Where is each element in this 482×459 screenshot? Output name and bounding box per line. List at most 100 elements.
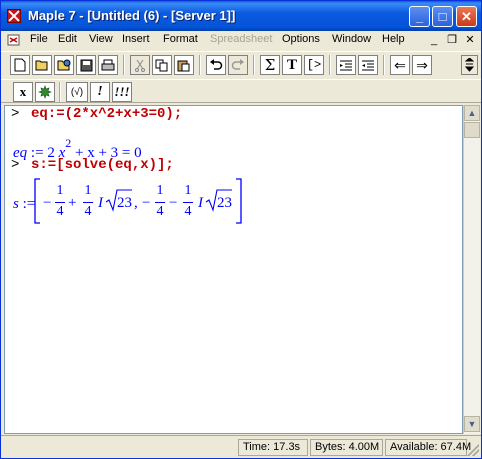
outdent-button[interactable] [336,55,356,75]
output-2-label: s := [13,196,36,212]
menu-edit[interactable]: Edit [58,33,77,45]
chevron-down-icon [465,58,474,72]
menu-bar: File Edit View Insert Format Spreadsheet… [1,31,481,50]
execute-group-button[interactable]: x [13,82,33,102]
execute-all-button[interactable]: !!! [112,82,132,102]
right-bracket [236,178,242,224]
status-available: Available: 67.4M [385,439,471,456]
resize-grip[interactable] [467,444,479,456]
open-url-icon [57,59,71,71]
fraction-2-denominator: 4 [84,204,92,219]
toolbar-separator [253,55,255,75]
output-1-exponent: 2 [65,136,72,150]
forward-button[interactable]: ⇒ [412,55,432,75]
close-button[interactable]: ✕ [456,6,477,27]
minimize-button[interactable]: _ [409,6,430,27]
imaginary-unit-1: I [98,195,103,211]
input-line-1[interactable]: eq:=(2*x^2+x+3=0); [31,106,182,122]
toolbar-separator [199,55,201,75]
paste-button[interactable] [174,55,194,75]
fraction-3-denominator: 4 [156,204,164,219]
radicand-1: 23 [117,195,132,211]
fraction-1-bar [55,202,65,203]
maple-leaf-icon [38,85,52,99]
toolbar-separator [329,55,331,75]
menu-view[interactable]: View [89,33,113,45]
minus-sign: − [43,195,52,211]
redo-button[interactable] [228,55,248,75]
print-button[interactable] [98,55,118,75]
back-button[interactable]: ⇐ [390,55,410,75]
status-bar: Time: 17.3s Bytes: 4.00M Available: 67.4… [1,435,481,458]
status-bytes: Bytes: 4.00M [310,439,383,456]
menu-spreadsheet[interactable]: Spreadsheet [210,33,272,45]
copy-button[interactable] [152,55,172,75]
maple-window: Maple 7 - [Untitled (6) - [Server 1]] _ … [0,0,482,459]
plus-sign: + [68,195,77,211]
undo-icon [210,59,223,70]
cut-button[interactable] [130,55,150,75]
prompt-1: > [11,106,20,122]
scroll-down-button[interactable]: ▼ [464,416,480,432]
minus-sign: − [142,195,151,211]
menu-options[interactable]: Options [282,33,320,45]
maximize-button[interactable]: □ [432,6,453,27]
prompt-2: > [11,157,20,173]
scroll-thumb[interactable] [464,122,480,138]
maple-app-icon[interactable] [7,9,21,23]
open-button[interactable] [32,55,52,75]
open-folder-icon [35,60,48,71]
redo-icon [231,59,244,70]
main-toolbar: Σ T [> ⇐ ⇒ [1,51,481,78]
title-bar[interactable]: Maple 7 - [Untitled (6) - [Server 1]] _ … [1,1,481,31]
outdent-icon [340,60,352,71]
insert-prompt-button[interactable]: [> [304,55,324,75]
new-document-icon [14,58,26,72]
fraction-2-bar [83,202,93,203]
clipboard-icon [177,60,190,71]
fraction-2-numerator: 1 [84,183,92,198]
document-restore-button[interactable]: ❐ [445,33,459,47]
fraction-3-numerator: 1 [156,183,164,198]
radicand-2: 23 [217,195,232,211]
toolbar-overflow-button[interactable] [461,55,478,75]
save-button[interactable] [76,55,96,75]
fraction-4-denominator: 4 [184,204,192,219]
floppy-disk-icon [80,59,92,71]
execute-button[interactable]: ! [90,82,110,102]
undo-button[interactable] [206,55,226,75]
input-line-2[interactable]: s:=[solve(eq,x)]; [31,157,174,173]
toolbar-separator [59,82,61,102]
indent-icon [362,60,374,71]
document-minimize-button[interactable]: _ [427,33,441,47]
menu-window[interactable]: Window [332,33,371,45]
fraction-1-numerator: 1 [56,183,64,198]
menu-help[interactable]: Help [382,33,405,45]
indent-button[interactable] [358,55,378,75]
fraction-1-denominator: 4 [56,204,64,219]
check-syntax-button[interactable]: (√) [66,82,88,102]
document-close-button[interactable]: ✕ [463,33,477,47]
menu-format[interactable]: Format [163,33,198,45]
fraction-3-bar [155,202,165,203]
toolbar-separator [123,55,125,75]
toolbar-separator [383,55,385,75]
window-title: Maple 7 - [Untitled (6) - [Server 1]] [28,8,236,23]
menu-insert[interactable]: Insert [122,33,150,45]
comma: , [134,195,138,211]
maple-leaf-button[interactable] [35,82,55,102]
insert-text-button[interactable]: T [282,55,302,75]
insert-math-button[interactable]: Σ [260,55,280,75]
vertical-scrollbar[interactable]: ▲ ▼ [463,105,480,434]
status-time: Time: 17.3s [238,439,308,456]
open-url-button[interactable] [54,55,74,75]
document-system-menu-icon[interactable] [7,33,21,47]
minus-sign: − [169,195,178,211]
copy-icon [155,59,168,71]
fraction-4-bar [183,202,193,203]
menu-file[interactable]: File [30,33,48,45]
new-document-button[interactable] [10,55,30,75]
imaginary-unit-2: I [198,195,203,211]
worksheet[interactable]: > eq:=(2*x^2+x+3=0); eq := 2 x2 + x + 3 … [4,105,463,434]
scroll-up-button[interactable]: ▲ [464,105,480,121]
